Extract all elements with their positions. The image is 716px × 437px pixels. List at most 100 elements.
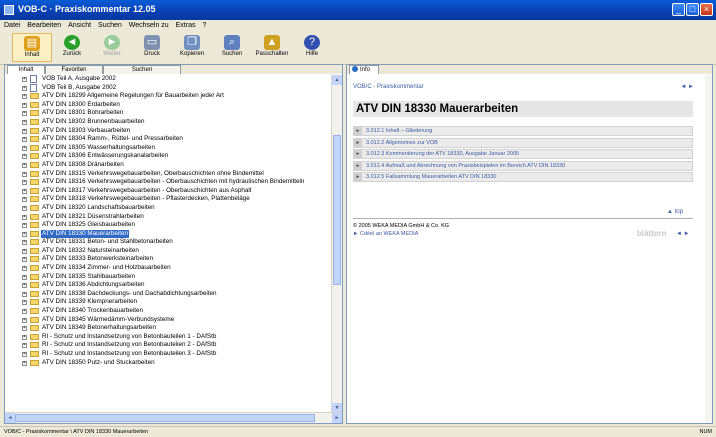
expand-plus-icon[interactable]: + [22, 128, 27, 134]
expand-plus-icon[interactable]: + [22, 85, 27, 91]
tree-item[interactable]: + ATV DIN 18321 Düsenstrahlarbeiten [5, 213, 331, 222]
tree-item[interactable]: + ATV DIN 18302 Brunnenbauarbeiten [5, 118, 331, 127]
close-button[interactable]: × [700, 3, 713, 16]
tree-item[interactable]: + RI - Schutz und Instandsetzung von Beto… [5, 333, 331, 342]
menu-ansicht[interactable]: Ansicht [68, 20, 91, 31]
expand-plus-icon[interactable]: + [22, 223, 27, 229]
tree-item[interactable]: + ATV DIN 18331 Beton- und Stahlbetonarbe… [5, 238, 331, 247]
tree-item[interactable]: + VOB Teil A, Ausgabe 2002 [5, 75, 331, 84]
tree-item[interactable]: + VOB Teil B, Ausgabe 2002 [5, 83, 331, 93]
scroll-up-arrow-icon[interactable]: ▲ [332, 75, 342, 85]
tree-item[interactable]: + ATV DIN 18339 Klempnerarbeiten [5, 298, 331, 307]
expand-plus-icon[interactable]: + [22, 180, 27, 186]
expand-plus-icon[interactable]: + [22, 205, 27, 211]
tree-item[interactable]: + ATV DIN 18320 Landschaftsbauarbeiten [5, 204, 331, 213]
search-button[interactable]: ⌕ Suchen [212, 33, 252, 62]
expand-plus-icon[interactable]: + [22, 360, 27, 366]
tab-info[interactable]: Info [349, 65, 379, 74]
chapter-link[interactable]: ► 3.012.1 Inhalt – Gliederung [353, 126, 693, 136]
tree-hscroll-thumb[interactable] [15, 414, 315, 422]
tree-item[interactable]: + ATV DIN 18317 Verkehrswegebauarbeiten -… [5, 187, 331, 196]
expand-plus-icon[interactable]: + [22, 283, 27, 289]
chapter-link[interactable]: ► 3.012.5 Fallsammlung Mauerarbeiten ATV … [353, 172, 693, 182]
expand-plus-icon[interactable]: + [22, 352, 27, 357]
app-icon[interactable] [4, 5, 14, 15]
expand-plus-icon[interactable]: + [22, 154, 27, 160]
expand-plus-icon[interactable]: + [22, 343, 27, 349]
tree-item[interactable]: + RI - Schutz und Instandsetzung von Beto… [5, 341, 331, 350]
tree-item[interactable]: + ATV DIN 18340 Trockenbauarbeiten [5, 307, 331, 316]
expand-plus-icon[interactable]: + [22, 274, 27, 280]
tree-item[interactable]: + ATV DIN 18336 Abdichtungsarbeiten [5, 281, 331, 290]
tree-item[interactable]: + ATV DIN 18308 Dränarbeiten [5, 161, 331, 170]
tree-item[interactable]: + ATV DIN 18318 Verkehrswegebauarbeiten -… [5, 195, 331, 204]
expand-plus-icon[interactable]: + [22, 317, 27, 323]
tab-suchen[interactable]: Suchen [103, 65, 181, 74]
menu-wechseln-zu[interactable]: Wechseln zu [129, 20, 169, 31]
expand-plus-icon[interactable]: + [22, 214, 27, 220]
expand-plus-icon[interactable]: + [22, 257, 27, 263]
breadcrumb[interactable]: VOB/C - Praxiskommentar [353, 84, 424, 90]
tree-vertical-scrollbar[interactable]: ▲ ▼ [331, 75, 342, 413]
expand-plus-icon[interactable]: + [22, 326, 27, 332]
menu-suchen[interactable]: Suchen [98, 20, 122, 31]
unlock-button[interactable]: ▲ Passchalten [252, 33, 292, 62]
tree-item[interactable]: + ATV DIN 18315 Verkehrswegebauarbeiten, … [5, 170, 331, 179]
tree-item[interactable]: + ATV DIN 18332 Natursteinarbeiten [5, 247, 331, 256]
tree-item[interactable]: + ATV DIN 18335 Stahlbauarbeiten [5, 273, 331, 282]
menu-extras[interactable]: Extras [176, 20, 196, 31]
expand-plus-icon[interactable]: + [22, 162, 27, 168]
expand-plus-icon[interactable]: + [22, 77, 27, 82]
maximize-button[interactable]: □ [686, 3, 699, 16]
copy-button[interactable]: ❐ Kopieren [172, 33, 212, 62]
tab-favoriten[interactable]: Favoriten [45, 65, 103, 74]
tree-item[interactable]: + RI - Schutz und Instandsetzung von Beto… [5, 350, 331, 359]
tree-horizontal-scrollbar[interactable]: ◄ ► [5, 412, 342, 423]
chapter-link[interactable]: ► 3.012.3 Kommentierung der ATV 18330, Au… [353, 149, 693, 159]
tree-item[interactable]: + ATV DIN 18333 Betonwerksteinarbeiten [5, 255, 331, 264]
tree-item[interactable]: + ATV DIN 18304 Ramm-, Rüttel- und Pressa… [5, 135, 331, 144]
tree-item[interactable]: + ATV DIN 18350 Putz- und Stuckarbeiten [5, 359, 331, 368]
to-top-link[interactable]: ▲ top [667, 209, 683, 215]
paging-arrows[interactable]: ◄ ► [676, 231, 690, 237]
content-vertical-scrollbar[interactable] [705, 75, 712, 423]
expand-plus-icon[interactable]: + [22, 240, 27, 246]
print-button[interactable]: ▭ Druck [132, 33, 172, 62]
expand-plus-icon[interactable]: + [22, 188, 27, 194]
tree-item[interactable]: + ATV DIN 18349 Betonerhaltungsarbeiten [5, 324, 331, 333]
tree-item[interactable]: + ATV DIN 18334 Zimmer- und Holzbauarbeit… [5, 264, 331, 273]
tab-inhalt[interactable]: Inhalt [7, 65, 45, 74]
expand-plus-icon[interactable]: + [22, 145, 27, 151]
tree-item[interactable]: + ATV DIN 18301 Bohrarbeiten [5, 109, 331, 118]
expand-plus-icon[interactable]: + [22, 266, 27, 272]
expand-plus-icon[interactable]: + [22, 171, 27, 177]
menu-help[interactable]: ? [202, 20, 206, 31]
minimize-button[interactable]: _ [672, 3, 685, 16]
expand-plus-icon[interactable]: + [22, 102, 27, 108]
expand-plus-icon[interactable]: + [22, 111, 27, 117]
page-nav-arrows[interactable]: ◄ ► [680, 84, 694, 90]
expand-plus-icon[interactable]: + [22, 119, 27, 125]
menu-datei[interactable]: Datei [4, 20, 20, 31]
help-button[interactable]: ? Hilfe [292, 33, 332, 62]
expand-plus-icon[interactable]: + [22, 137, 27, 143]
expand-plus-icon[interactable]: + [22, 300, 27, 306]
tree-item[interactable]: + ATV DIN 18305 Wasserhaltungsarbeiten [5, 144, 331, 153]
expand-plus-icon[interactable]: + [22, 248, 27, 254]
tree-item[interactable]: + ATV DIN 18330 Mauerarbeiten [5, 229, 331, 239]
tree-item[interactable]: + ATV DIN 18303 Verbauarbeiten [5, 127, 331, 136]
expand-plus-icon[interactable]: + [22, 334, 27, 340]
chapter-link[interactable]: ► 3.012.4 Aufmaß und Abrechnung von Praxi… [353, 160, 693, 171]
tree-item[interactable]: + ATV DIN 18300 Erdarbeiten [5, 101, 331, 110]
tree-item[interactable]: + ATV DIN 18325 Gleisbauarbeiten [5, 221, 331, 230]
tree-scroll-thumb[interactable] [333, 135, 341, 285]
chapter-link[interactable]: ► 3.012.2 Allgemeines zur VOB [353, 137, 693, 148]
tree-item[interactable]: + ATV DIN 18299 Allgemeine Regelungen für… [5, 92, 331, 101]
tree-item[interactable]: + ATV DIN 18306 Entwässerungskanalarbeite… [5, 152, 331, 161]
tree-item[interactable]: + ATV DIN 18345 Wärmedämm-Verbundsysteme [5, 316, 331, 325]
tree-item[interactable]: + ATV DIN 18316 Verkehrswegebauarbeiten -… [5, 178, 331, 187]
forward-button[interactable]: ► Weiter [92, 33, 132, 62]
expand-plus-icon[interactable]: + [22, 94, 27, 100]
scroll-left-arrow-icon[interactable]: ◄ [5, 413, 15, 423]
expand-plus-icon[interactable]: + [22, 231, 27, 237]
